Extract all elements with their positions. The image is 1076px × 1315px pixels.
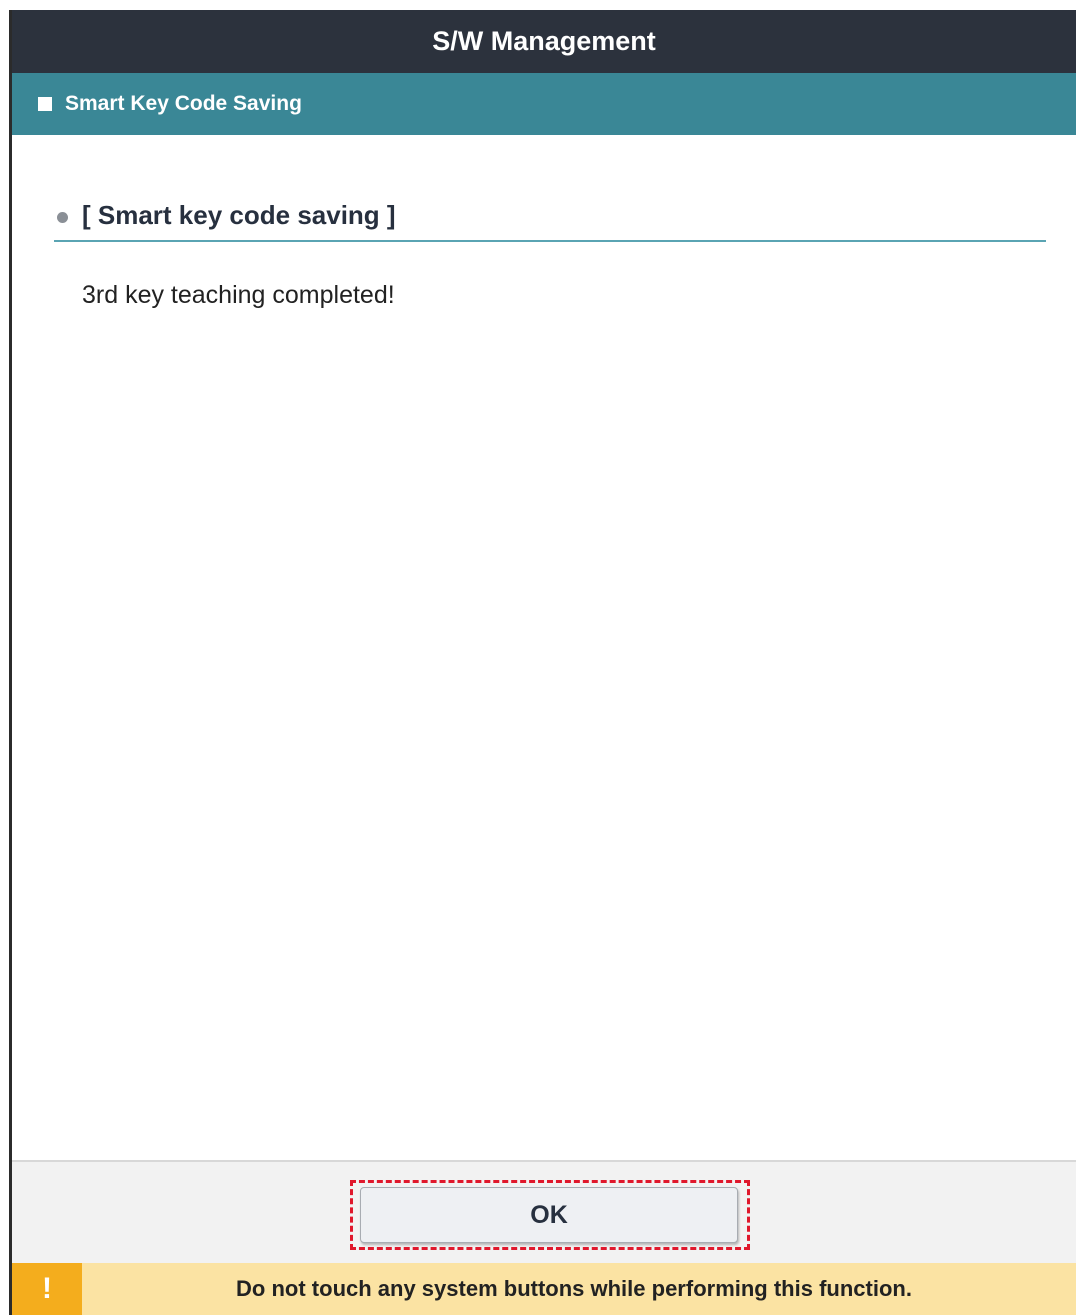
- circle-bullet-icon: [57, 211, 68, 223]
- subheader: Smart Key Code Saving: [12, 73, 1076, 135]
- title-bar: S/W Management: [12, 10, 1076, 73]
- warning-text: Do not touch any system buttons while pe…: [236, 1276, 912, 1301]
- warning-bar: ! Do not touch any system buttons while …: [12, 1263, 1076, 1315]
- section-heading-text: [ Smart key code saving ]: [82, 199, 396, 230]
- subheader-title: Smart Key Code Saving: [65, 92, 302, 115]
- status-message: 3rd key teaching completed!: [82, 281, 395, 309]
- ok-button[interactable]: OK: [360, 1187, 738, 1243]
- square-bullet-icon: [38, 97, 52, 111]
- section-heading: [ Smart key code saving ]: [54, 190, 1046, 242]
- sw-management-window: S/W Management Smart Key Code Saving [ S…: [0, 0, 1076, 1315]
- footer-bar: OK: [12, 1160, 1076, 1265]
- warning-icon: !: [12, 1263, 82, 1315]
- window-title: S/W Management: [432, 26, 656, 56]
- content-area: [ Smart key code saving ] 3rd key teachi…: [12, 135, 1076, 1160]
